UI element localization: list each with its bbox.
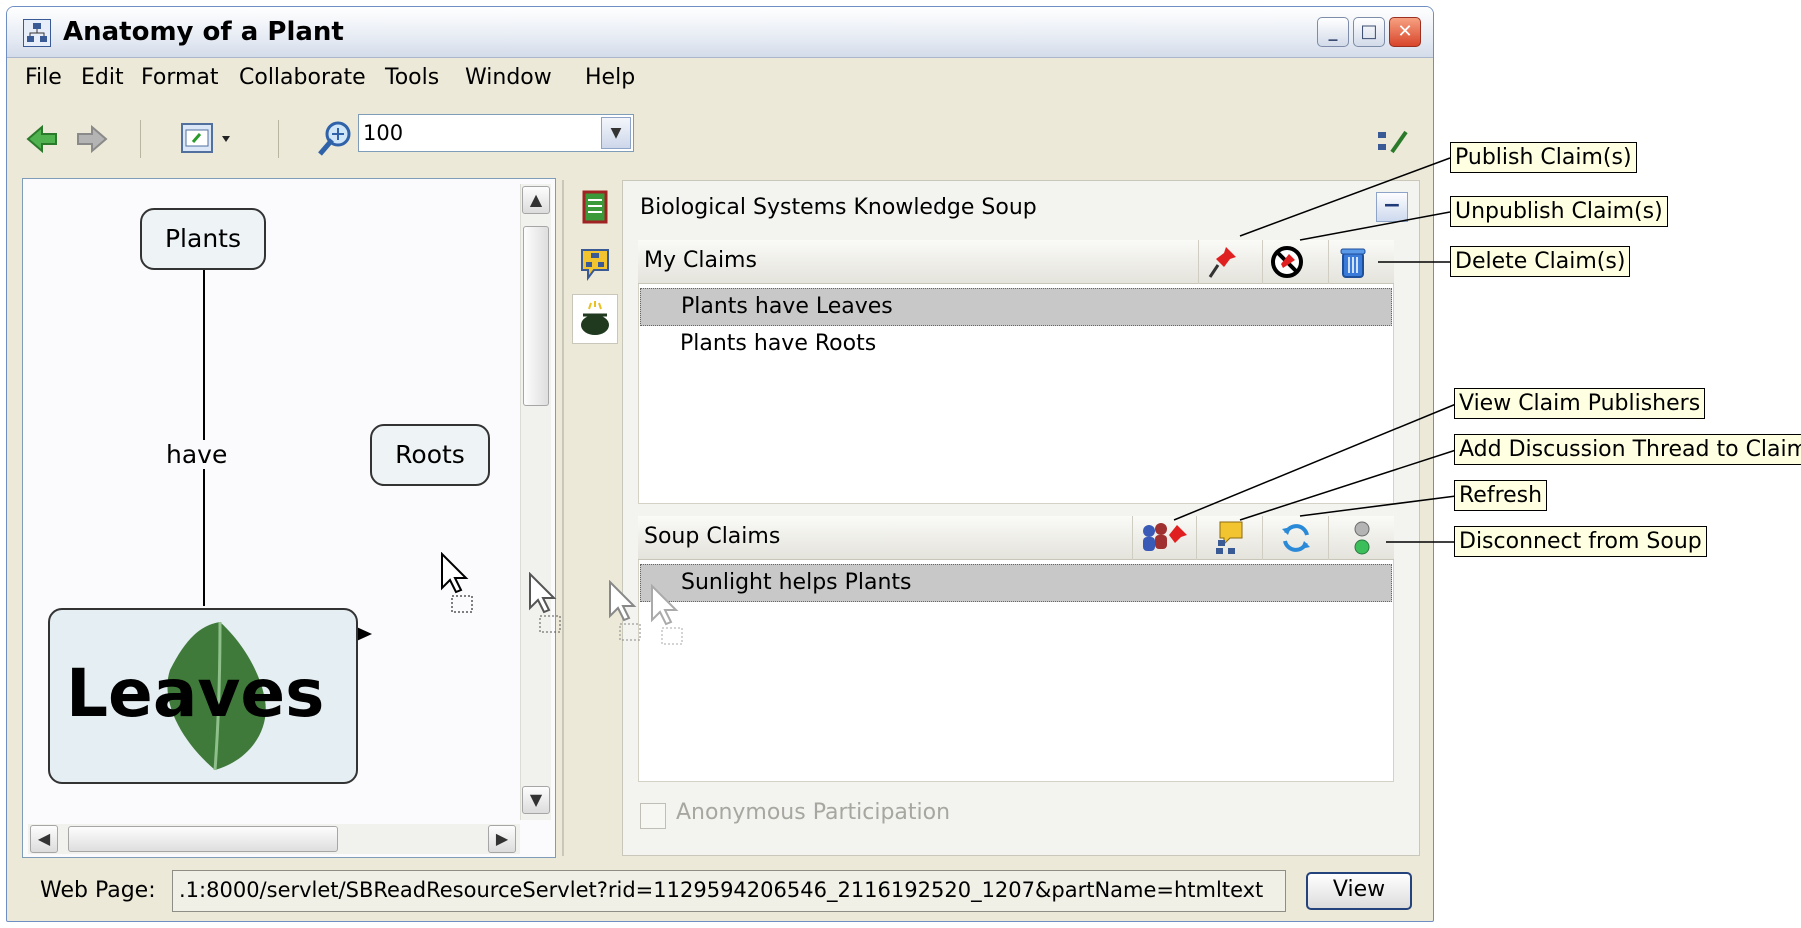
callout-disconnect: Disconnect from Soup: [1454, 526, 1707, 557]
callout-delete: Delete Claim(s): [1450, 246, 1631, 277]
callout-view-publishers: View Claim Publishers: [1454, 388, 1706, 419]
callout-publish: Publish Claim(s): [1450, 142, 1637, 173]
callout-unpublish: Unpublish Claim(s): [1450, 196, 1668, 227]
callout-add-thread: Add Discussion Thread to Claim: [1454, 434, 1801, 465]
callout-refresh: Refresh: [1454, 480, 1548, 511]
